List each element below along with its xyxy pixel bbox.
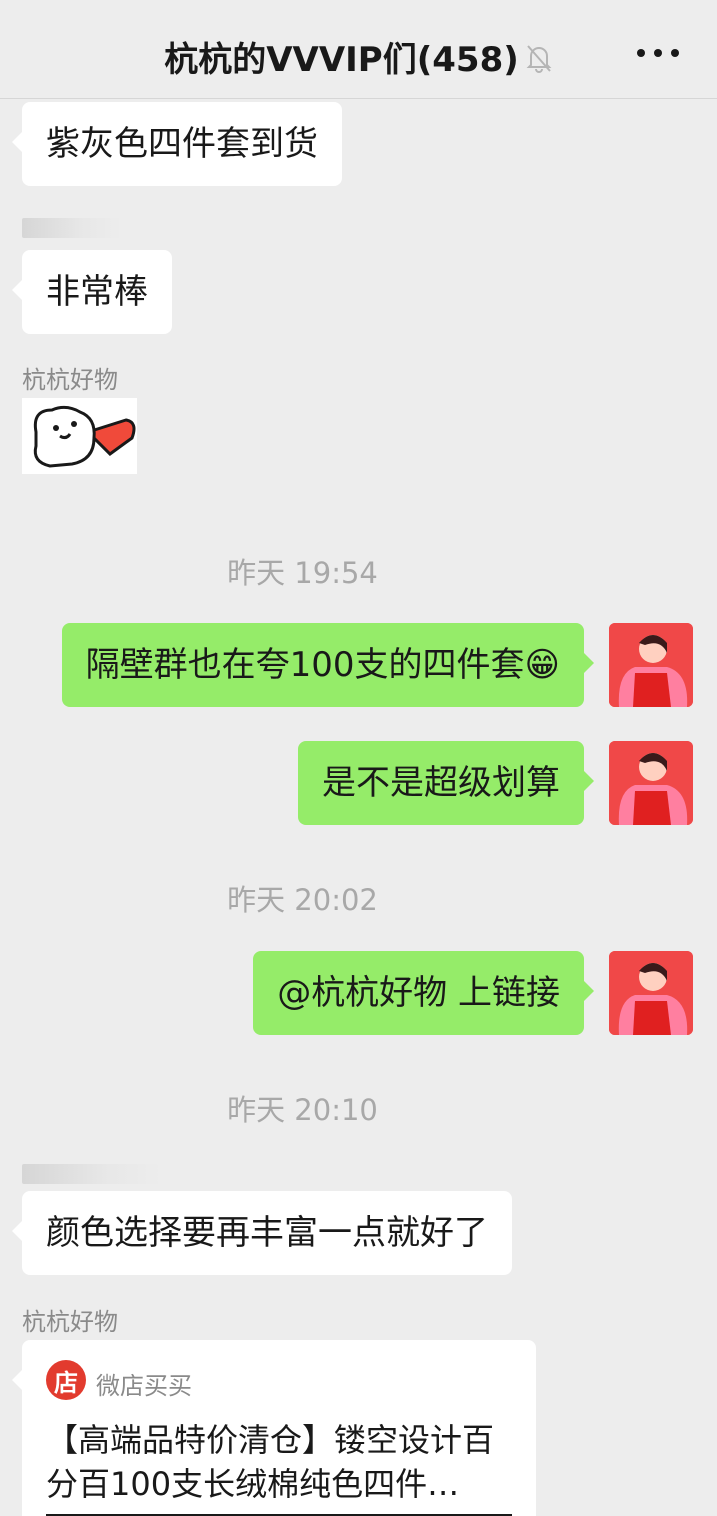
sender-name-blurred: [22, 1164, 162, 1184]
chat-title[interactable]: 杭杭的VVVIP们(458): [0, 32, 717, 82]
bell-muted-icon: [525, 42, 553, 82]
avatar[interactable]: [609, 741, 693, 825]
message-bubble[interactable]: 隔壁群也在夸100支的四件套😁: [61, 623, 595, 707]
shop-link-card[interactable]: 店 微店买买 【高端品特价清仓】镂空设计百分百100支长绒棉纯色四件…: [12, 1340, 536, 1516]
sender-name-blurred: [22, 218, 122, 238]
message-bubble[interactable]: 紫灰色四件套到货: [12, 102, 342, 186]
chat-header: 杭杭的VVVIP们(458): [0, 0, 717, 99]
timestamp: 昨天 19:54: [227, 556, 378, 590]
more-dots-icon[interactable]: [637, 38, 679, 68]
sender-name: 杭杭好物: [22, 1308, 118, 1336]
timestamp: 昨天 20:02: [227, 883, 378, 917]
flying-cat-sticker[interactable]: [22, 398, 137, 474]
message-bubble[interactable]: 非常棒: [12, 250, 172, 334]
chat-title-text: 杭杭的VVVIP们(458): [164, 40, 519, 80]
shop-logo-icon: 店: [46, 1360, 86, 1400]
message-bubble[interactable]: 是不是超级划算: [298, 741, 594, 825]
message-bubble[interactable]: @杭杭好物 上链接: [253, 951, 594, 1035]
sender-name: 杭杭好物: [22, 366, 118, 394]
shop-name: 微店买买: [96, 1372, 192, 1400]
message-bubble[interactable]: 颜色选择要再丰富一点就好了: [12, 1191, 512, 1275]
avatar[interactable]: [609, 623, 693, 707]
avatar[interactable]: [609, 951, 693, 1035]
link-title: 【高端品特价清仓】镂空设计百分百100支长绒棉纯色四件…: [46, 1421, 495, 1503]
timestamp: 昨天 20:10: [227, 1093, 378, 1127]
